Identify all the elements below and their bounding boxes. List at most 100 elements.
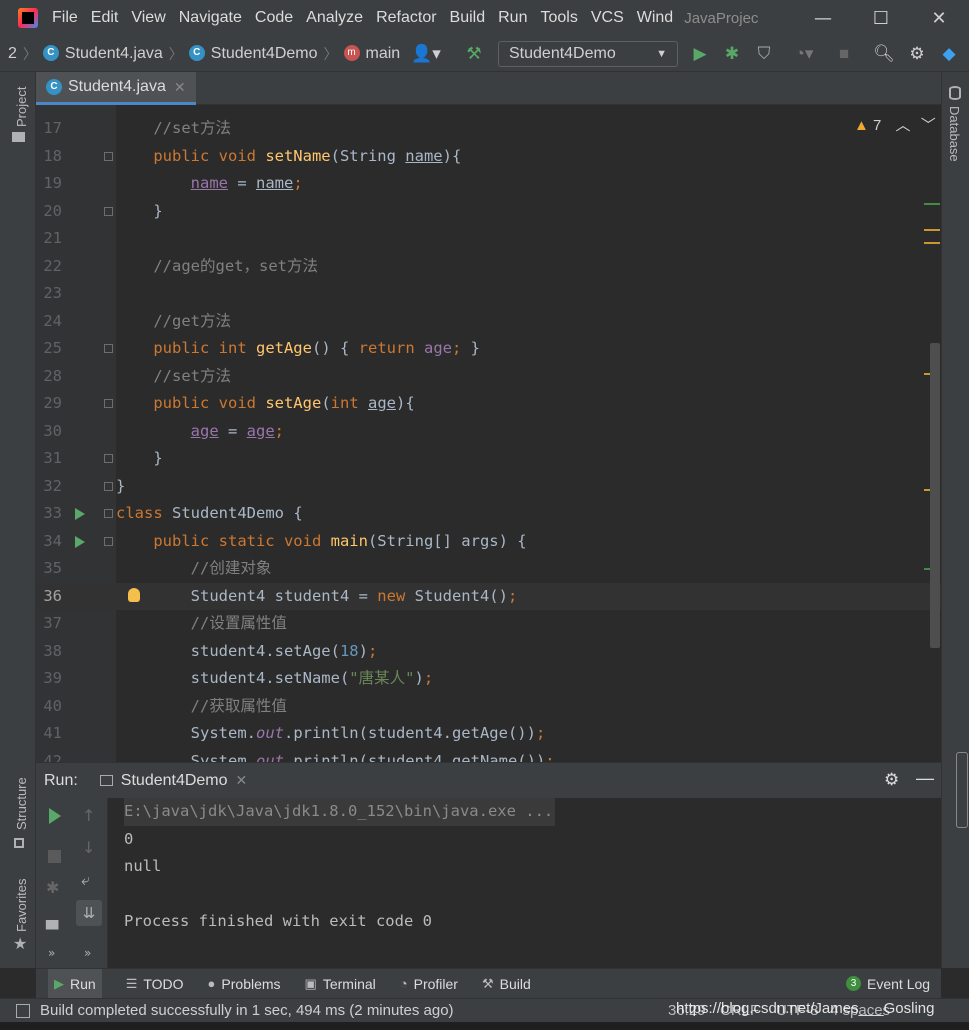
rerun-icon[interactable] [49, 808, 61, 824]
debug-icon[interactable]: ✱ [46, 878, 59, 897]
favorites-tool-tab[interactable]: Favorites [14, 879, 29, 932]
more-icon[interactable]: » [48, 946, 55, 960]
run-panel-tab[interactable]: Student4Demo ✕ [99, 772, 248, 790]
fold-marker-icon[interactable] [104, 454, 113, 463]
code-line[interactable]: 42 System.out.println(student4.getName()… [36, 748, 941, 763]
code-line[interactable]: 29 public void setAge(int age){ [36, 390, 941, 418]
menu-edit[interactable]: Edit [91, 9, 119, 27]
code-line[interactable]: 37 //设置属性值 [36, 610, 941, 638]
menu-build[interactable]: Build [450, 9, 486, 27]
console-output[interactable]: E:\java\jdk\Java\jdk1.8.0_152\bin\java.e… [108, 798, 941, 968]
chevron-down-icon[interactable]: ﹀ [921, 117, 936, 134]
code-line[interactable]: 25 public int getAge() { return age; } [36, 335, 941, 363]
search-icon[interactable]: 🔍︎ [873, 44, 895, 64]
code-line[interactable]: 28 //set方法 [36, 363, 941, 391]
stop-icon[interactable] [48, 850, 61, 863]
code-line[interactable]: 22 //age的get，set方法 [36, 253, 941, 281]
build-hammer-icon[interactable]: ⚒ [464, 44, 484, 64]
code-line[interactable]: 40 //获取属性值 [36, 693, 941, 721]
arrow-up-icon[interactable]: ↑ [82, 806, 95, 825]
run-gutter-icon[interactable] [75, 508, 85, 520]
toggle-tool-windows-icon[interactable] [16, 1003, 30, 1018]
code-line[interactable]: 19 name = name; [36, 170, 941, 198]
tool-tab-build[interactable]: ⚒ Build [482, 976, 531, 992]
layout-icon[interactable]: ▀ [46, 920, 58, 939]
menu-refactor[interactable]: Refactor [376, 9, 436, 27]
arrow-down-icon[interactable]: ↓ [82, 838, 95, 857]
scrollbar-thumb[interactable] [956, 752, 968, 828]
more-icon[interactable]: » [84, 946, 91, 960]
tab-student4-java[interactable]: C Student4.java ✕ [36, 72, 196, 105]
status-message[interactable]: Build completed successfully in 1 sec, 4… [40, 1002, 454, 1019]
close-icon[interactable]: ✕ [236, 772, 248, 789]
code-editor[interactable]: 17 //set方法 18 public void setName(String … [36, 105, 941, 762]
code-line[interactable]: 38 student4.setAge(18); [36, 638, 941, 666]
user-menu-icon[interactable]: 👤▾ [410, 44, 442, 64]
fold-marker-icon[interactable] [104, 536, 113, 546]
fold-marker-icon[interactable] [104, 509, 113, 518]
coverage-icon[interactable]: ⛉ [754, 44, 774, 64]
tool-tab-terminal[interactable]: ▣ Terminal [305, 976, 376, 992]
soft-wrap-icon[interactable]: ⤶ [81, 870, 90, 890]
structure-tool-tab[interactable]: Structure [14, 777, 29, 830]
menu-vcs[interactable]: VCS [591, 9, 624, 27]
breadcrumb-file[interactable]: C Student4.java [42, 45, 163, 63]
code-line[interactable]: 20 } [36, 198, 941, 226]
tool-tab-todo[interactable]: ☰ TODO [126, 976, 184, 992]
project-tool-tab[interactable]: Project [14, 87, 29, 127]
minimize-button[interactable]: — [794, 0, 852, 36]
code-line[interactable]: 18 public void setName(String name){ [36, 143, 941, 171]
code-line[interactable]: 17 //set方法 [36, 115, 941, 143]
fold-marker-icon[interactable] [104, 399, 113, 408]
code-line[interactable]: 24 //get方法 [36, 308, 941, 336]
menu-file[interactable]: File [52, 9, 78, 27]
menu-navigate[interactable]: Navigate [179, 9, 242, 27]
minimize-panel-icon[interactable]: — [916, 768, 934, 789]
code-line[interactable]: 35 //创建对象 [36, 555, 941, 583]
fold-marker-icon[interactable] [104, 344, 113, 353]
tool-tab-run[interactable]: ▶ Run [48, 968, 102, 999]
code-line[interactable]: 34 public static void main(String[] args… [36, 528, 941, 556]
menu-window[interactable]: Wind [637, 9, 673, 27]
code-line[interactable]: 21 [36, 225, 941, 253]
menu-view[interactable]: View [131, 9, 165, 27]
editor-scrollbar-thumb[interactable] [930, 343, 940, 648]
menu-tools[interactable]: Tools [540, 9, 577, 27]
code-with-me-icon[interactable]: ◆ [939, 44, 959, 64]
tool-tab-event-log[interactable]: 3 Event Log [846, 976, 930, 992]
fold-marker-icon[interactable] [104, 151, 113, 161]
debug-bug-icon[interactable]: ✱ [722, 44, 742, 64]
scroll-to-end-icon[interactable]: ⇊ [76, 900, 102, 926]
breadcrumb-method[interactable]: m main [343, 45, 400, 63]
stop-icon[interactable]: ■ [834, 44, 854, 64]
code-line[interactable]: 32} [36, 473, 941, 501]
close-window-button[interactable]: ✕ [910, 0, 968, 36]
fold-marker-icon[interactable] [104, 206, 113, 216]
run-configuration-select[interactable]: Student4Demo ▼ [498, 41, 678, 67]
tool-tab-problems[interactable]: ● Problems [208, 976, 281, 992]
run-icon[interactable]: ▶ [690, 44, 710, 64]
code-line[interactable]: 23 [36, 280, 941, 308]
menu-code[interactable]: Code [255, 9, 293, 27]
code-line[interactable]: 41 System.out.println(student4.getAge())… [36, 720, 941, 748]
code-line[interactable]: 36 Student4 student4 = new Student4(); [36, 582, 941, 610]
code-line[interactable]: 33 class Student4Demo { [36, 500, 941, 528]
fold-marker-icon[interactable] [104, 481, 113, 491]
gear-icon[interactable]: ⚙ [907, 44, 927, 64]
intention-bulb-icon[interactable] [128, 587, 140, 602]
tool-tab-profiler[interactable]: ◔ Profiler [400, 976, 458, 992]
menu-analyze[interactable]: Analyze [306, 9, 363, 27]
gear-icon[interactable]: ⚙ [884, 770, 899, 790]
profile-icon[interactable]: ◔▾ [786, 44, 822, 64]
breadcrumb-class[interactable]: C Student4Demo [188, 45, 318, 63]
code-line[interactable]: 39 student4.setName("唐某人"); [36, 665, 941, 693]
code-line[interactable]: 30 age = age; [36, 418, 941, 446]
chevron-up-icon[interactable]: ︿ [896, 117, 911, 134]
code-line[interactable]: 31 } [36, 445, 941, 473]
maximize-button[interactable]: ☐ [852, 0, 910, 36]
menu-run[interactable]: Run [498, 9, 527, 27]
database-tool-tab[interactable]: Database [947, 106, 962, 162]
close-icon[interactable]: ✕ [174, 79, 186, 96]
breadcrumb-prefix[interactable]: 2 [8, 45, 17, 63]
inspection-widget[interactable]: ▲ 7 ︿ ﹀ [854, 114, 936, 135]
